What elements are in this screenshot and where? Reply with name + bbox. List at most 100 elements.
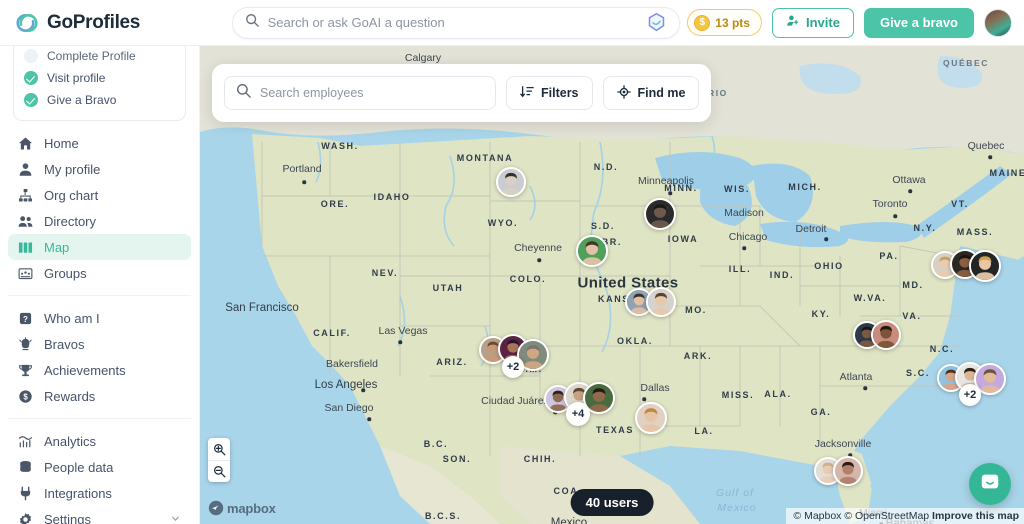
sidebar-item-label: Rewards <box>44 388 96 404</box>
invite-label: Invite <box>805 15 840 30</box>
brand-logo[interactable]: GoProfiles <box>14 11 224 35</box>
sidebar-item-groups[interactable]: Groups <box>8 260 191 286</box>
brand-name: GoProfiles <box>47 11 141 33</box>
sidebar-item-label: Map <box>44 239 70 255</box>
sidebar-item-my-profile[interactable]: My profile <box>8 156 191 182</box>
find-me-button[interactable]: Find me <box>602 76 700 110</box>
sidebar-item-rewards[interactable]: $ Rewards <box>8 383 191 409</box>
chat-launcher-button[interactable] <box>969 463 1011 505</box>
sidebar-item-label: Achievements <box>44 362 126 378</box>
sidebar: Complete Profile Visit profile Give a Brav… <box>0 46 200 524</box>
avatar[interactable] <box>984 8 1012 37</box>
points-label: 13 pts <box>715 15 750 30</box>
database-icon <box>18 460 33 475</box>
sidebar-item-label: People data <box>44 459 114 475</box>
top-bar: GoProfiles Search or ask GoAI a question <box>0 0 1024 46</box>
sidebar-item-label: Who am I <box>44 310 100 326</box>
sort-filter-icon <box>520 85 534 102</box>
search-icon <box>236 83 251 103</box>
marker-utah-2[interactable] <box>646 287 676 317</box>
people-icon <box>18 214 33 229</box>
trophy-icon <box>18 363 33 378</box>
cluster-badge-la[interactable]: +4 <box>566 402 590 426</box>
home-icon <box>18 136 33 151</box>
marker-washington[interactable] <box>496 167 526 197</box>
check-circle-icon <box>24 93 38 107</box>
global-search-input[interactable]: Search or ask GoAI a question <box>231 6 680 39</box>
sidebar-item-label: Settings <box>44 511 91 524</box>
sidebar-item-label: Bravos <box>44 336 85 352</box>
reward-coin-icon: $ <box>18 389 33 404</box>
marker-arizona[interactable] <box>635 402 667 434</box>
question-badge-icon: ? <box>18 311 33 326</box>
sidebar-item-home[interactable]: Home <box>8 130 191 156</box>
sidebar-item-label: Integrations <box>44 485 112 501</box>
chevron-down-icon[interactable] <box>170 512 181 524</box>
sidebar-nav: Home My profile Org chart Directory Map Group… <box>8 121 191 524</box>
plug-icon <box>18 486 33 501</box>
filters-button[interactable]: Filters <box>506 76 593 110</box>
employee-search-placeholder: Search employees <box>260 86 364 100</box>
gear-icon <box>18 512 33 524</box>
sidebar-item-who-am-i[interactable]: ? Who am I <box>8 305 191 331</box>
goai-sparkle-icon[interactable] <box>646 12 667 33</box>
check-circle-icon <box>24 71 38 85</box>
points-badge[interactable]: $ 13 pts <box>687 9 762 36</box>
map-view[interactable]: CalgaryQUÉBECONTARIOWASH.MONTANAN.D.MINN… <box>200 46 1024 524</box>
find-me-label: Find me <box>637 86 686 100</box>
sidebar-item-org-chart[interactable]: Org chart <box>8 182 191 208</box>
onboarding-progress-card: Complete Profile Visit profile Give a Brav… <box>13 46 186 121</box>
sidebar-item-label: My profile <box>44 161 101 177</box>
marker-montana[interactable] <box>644 198 676 230</box>
marker-idaho[interactable] <box>576 235 608 267</box>
marker-texas-2[interactable] <box>833 456 863 486</box>
zoom-out-icon[interactable] <box>208 460 230 482</box>
goprofiles-loop-logo-icon <box>14 11 40 35</box>
invite-button[interactable]: Invite <box>771 7 854 38</box>
zoom-in-icon[interactable] <box>208 438 230 460</box>
onboarding-task[interactable]: Complete Profile <box>24 46 175 67</box>
cluster-badge-sf[interactable]: +2 <box>502 356 524 378</box>
marker-kansas-2[interactable] <box>871 320 901 350</box>
onboarding-task-label: Give a Bravo <box>47 93 117 107</box>
onboarding-task-label: Complete Profile <box>47 49 136 63</box>
map-icon <box>18 240 33 255</box>
chat-bubble-icon <box>979 471 1001 498</box>
groups-icon <box>18 266 33 281</box>
give-bravo-button[interactable]: Give a bravo <box>863 7 974 38</box>
map-zoom-controls[interactable] <box>208 438 230 482</box>
sidebar-item-achievements[interactable]: Achievements <box>8 357 191 383</box>
top-bar-actions: $ 13 pts Invite Give a bravo <box>687 7 1012 38</box>
sidebar-group: ? Who am I Bravos Achievements $ Rewards <box>8 295 191 418</box>
marker-chicago-3[interactable] <box>969 250 1001 282</box>
search-icon <box>245 13 259 32</box>
sidebar-item-label: Analytics <box>44 433 97 449</box>
filters-label: Filters <box>541 86 579 100</box>
sidebar-item-bravos[interactable]: Bravos <box>8 331 191 357</box>
sidebar-group: Analytics People data Integrations Settings <box>8 418 191 524</box>
sidebar-item-analytics[interactable]: Analytics <box>8 428 191 454</box>
onboarding-task[interactable]: Give a Bravo <box>24 89 175 111</box>
onboarding-task[interactable]: Visit profile <box>24 67 175 89</box>
map-attribution: © Mapbox © OpenStreetMap Improve this ma… <box>786 508 1024 524</box>
sidebar-item-label: Org chart <box>44 187 99 203</box>
empty-circle-icon <box>24 49 38 63</box>
improve-map-link[interactable]: Improve this map <box>932 510 1019 522</box>
sidebar-item-integrations[interactable]: Integrations <box>8 480 191 506</box>
sidebar-item-directory[interactable]: Directory <box>8 208 191 234</box>
svg-text:?: ? <box>23 314 28 323</box>
goprofiles-app: GoProfiles Search or ask GoAI a question <box>0 0 1024 524</box>
sidebar-item-people-data[interactable]: People data <box>8 454 191 480</box>
users-count-pill: 40 users <box>570 489 654 516</box>
sidebar-group: Home My profile Org chart Directory Map Group… <box>8 121 191 295</box>
bravo-hands-icon <box>18 336 33 352</box>
global-search-placeholder: Search or ask GoAI a question <box>267 15 445 30</box>
employee-search-input[interactable]: Search employees <box>224 76 496 110</box>
org-chart-icon <box>18 188 33 203</box>
sidebar-item-settings[interactable]: Settings <box>8 506 191 524</box>
mapbox-logo[interactable]: mapbox <box>208 500 276 516</box>
sidebar-item-map[interactable]: Map <box>8 234 191 260</box>
sidebar-item-label: Groups <box>44 265 87 281</box>
global-search-wrap: Search or ask GoAI a question <box>224 6 687 39</box>
cluster-badge-tennessee[interactable]: +2 <box>959 384 981 406</box>
